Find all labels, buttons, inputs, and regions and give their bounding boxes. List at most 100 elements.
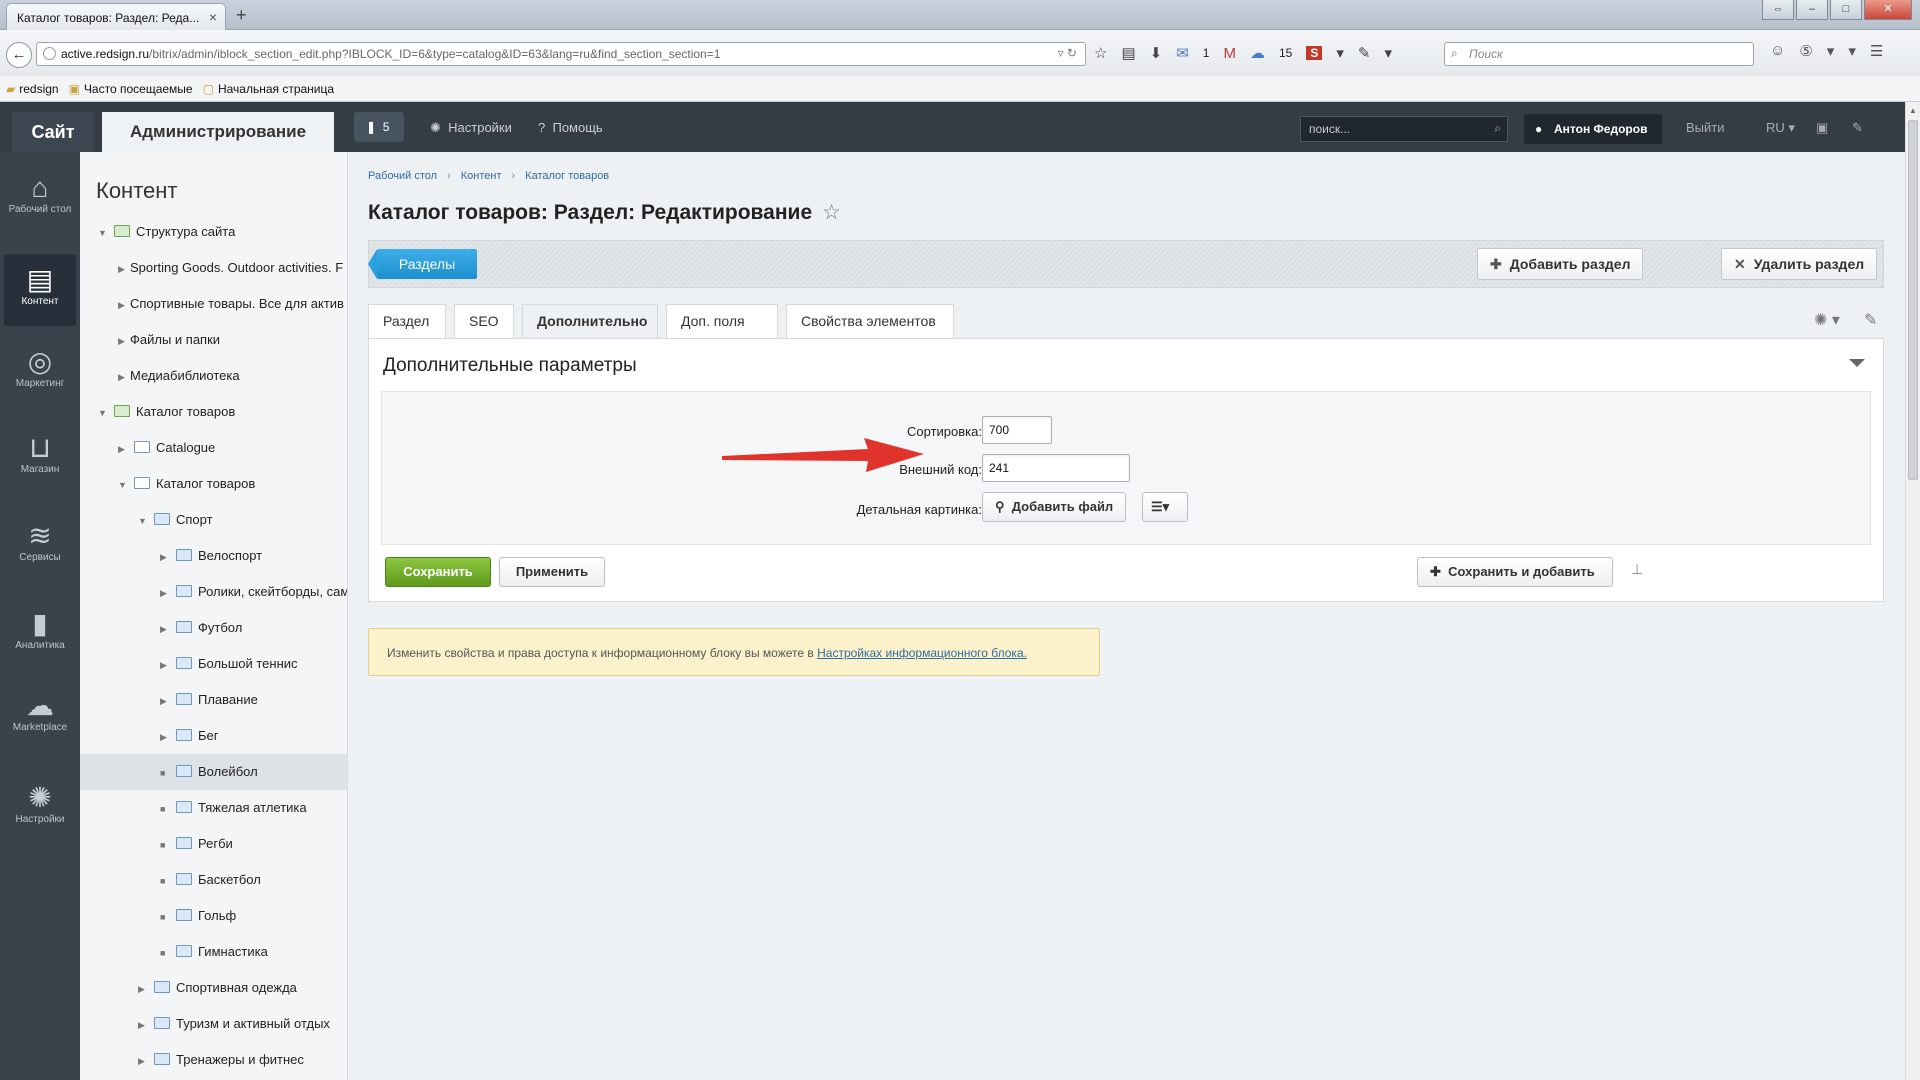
chevron-down-icon[interactable]: ▾	[1384, 44, 1392, 62]
s-extension-icon[interactable]: S	[1306, 46, 1323, 60]
browser-search-input[interactable]: ⌕ Поиск	[1444, 42, 1754, 66]
sort-input[interactable]: 700	[982, 416, 1052, 444]
addon-icon[interactable]: ☺	[1770, 42, 1785, 60]
tree-item[interactable]: ▼ Структура сайта	[80, 214, 347, 251]
collapsed-arrow-icon[interactable]: ▶	[118, 251, 130, 287]
scrollbar-thumb[interactable]	[1908, 120, 1918, 480]
tree-item[interactable]: ■ Баскетбол	[80, 862, 347, 898]
menu-item-settings[interactable]: ✺ Настройки	[4, 772, 76, 842]
menu-item-shop[interactable]: ⊔ Магазин	[4, 422, 76, 492]
tree-item[interactable]: ▶ Медиабиблиотека	[80, 358, 347, 395]
tree-item[interactable]: ▶ Туризм и активный отдых	[80, 1006, 347, 1043]
pin-icon[interactable]: ✎	[1852, 120, 1863, 136]
collapsed-arrow-icon[interactable]: ▶	[118, 323, 130, 359]
collapsed-arrow-icon[interactable]: ▶	[138, 1007, 150, 1043]
menu-item-services[interactable]: ≋ Сервисы	[4, 510, 76, 580]
tree-item[interactable]: ▶ Тренажеры и фитнес	[80, 1042, 347, 1079]
collapsed-arrow-icon[interactable]: ▶	[138, 1043, 150, 1079]
tree-item[interactable]: ▶ Спортивные товары. Все для актив	[80, 286, 347, 323]
pin-icon[interactable]: ✎	[1864, 310, 1877, 330]
tab-element-properties[interactable]: Свойства элементов	[786, 304, 954, 338]
delete-section-button[interactable]: ✕ Удалить раздел	[1721, 248, 1878, 280]
tree-item[interactable]: ▶ Ролики, скейтборды, сам	[80, 574, 347, 610]
tab-section[interactable]: Раздел	[368, 304, 446, 338]
expanded-arrow-icon[interactable]: ▼	[98, 395, 110, 431]
administration-button[interactable]: Администрирование	[102, 112, 334, 152]
restore-icon[interactable]: ⇔	[1762, 0, 1794, 20]
menu-item-analytics[interactable]: ▮ Аналитика	[4, 598, 76, 668]
tree-item[interactable]: ■ Гольф	[80, 898, 347, 934]
page-scrollbar[interactable]: ▲	[1905, 102, 1920, 1080]
bookmark-home-page[interactable]: ▢ Начальная страница	[203, 82, 334, 101]
breadcrumb-link[interactable]: Контент	[461, 170, 502, 182]
bookmark-redsign[interactable]: ▰ redsign	[6, 82, 59, 101]
bookmark-most-visited[interactable]: ▣ Часто посещаемые	[69, 82, 193, 101]
tree-item[interactable]: ▼ Спорт	[80, 502, 347, 539]
chevron-down-icon[interactable]: ▾	[1827, 42, 1835, 60]
bookmark-star-icon[interactable]: ☆	[1094, 44, 1107, 62]
help-link[interactable]: ? Помощь	[538, 120, 603, 135]
sections-button[interactable]: Разделы	[368, 249, 477, 279]
breadcrumb-link[interactable]: Каталог товаров	[525, 170, 609, 182]
tree-item[interactable]: ▶ Спортивная одежда	[80, 970, 347, 1007]
scroll-up-icon[interactable]: ▲	[1909, 106, 1917, 115]
user-button[interactable]: ● Антон Федоров	[1524, 114, 1662, 144]
collapsed-arrow-icon[interactable]: ▶	[118, 359, 130, 395]
collapsed-arrow-icon[interactable]: ▶	[160, 683, 172, 719]
tree-item[interactable]: ■ Тяжелая атлетика	[80, 790, 347, 826]
tab-additional[interactable]: Дополнительно	[522, 304, 658, 340]
menu-item-content[interactable]: ▤ Контент	[4, 254, 76, 326]
tree-item[interactable]: ▼ Каталог товаров	[80, 466, 347, 503]
panel-toggle-icon[interactable]: ▣	[1816, 120, 1828, 136]
logout-link[interactable]: Выйти	[1686, 120, 1725, 135]
add-file-button[interactable]: ⚲ Добавить файл	[982, 492, 1127, 522]
tree-item[interactable]: ▼ Каталог товаров	[80, 394, 347, 431]
collapsed-arrow-icon[interactable]: ▶	[160, 647, 172, 683]
tree-item[interactable]: ▶ Большой теннис	[80, 646, 347, 683]
tree-item[interactable]: ▶ Футбол	[80, 610, 347, 647]
language-selector[interactable]: RU ▾	[1766, 120, 1795, 136]
tree-item-selected[interactable]: ■ Волейбол	[80, 754, 347, 790]
back-button[interactable]: ←	[6, 42, 32, 68]
tree-item[interactable]: ▶ Бег	[80, 718, 347, 755]
expanded-arrow-icon[interactable]: ▼	[118, 467, 130, 503]
extension-icon[interactable]: ✎	[1358, 44, 1371, 62]
iblock-settings-link[interactable]: Настройках информационного блока.	[817, 646, 1027, 660]
download-icon[interactable]: ⬇	[1150, 44, 1163, 62]
collapsed-arrow-icon[interactable]: ▶	[160, 539, 172, 575]
breadcrumb-link[interactable]: Рабочий стол	[368, 170, 437, 182]
collapsed-arrow-icon[interactable]: ▶	[160, 719, 172, 755]
cloud-icon[interactable]: ☁	[1250, 44, 1265, 62]
settings-link[interactable]: ✺ Настройки	[430, 120, 512, 136]
expanded-arrow-icon[interactable]: ▼	[98, 215, 110, 251]
url-bar[interactable]: active.redsign.ru/bitrix/admin/iblock_se…	[36, 42, 1086, 66]
tree-item[interactable]: ▶ Велоспорт	[80, 538, 347, 575]
tree-item[interactable]: ■ Гимнастика	[80, 934, 347, 970]
counter-icon[interactable]: ⑤	[1799, 42, 1812, 60]
collapse-arrow-icon[interactable]	[1849, 359, 1865, 367]
add-section-button[interactable]: ✚ Добавить раздел	[1477, 248, 1644, 280]
close-window-icon[interactable]: ✕	[1864, 0, 1912, 20]
tab-seo[interactable]: SEO	[454, 304, 514, 338]
new-tab-icon[interactable]: +	[236, 5, 247, 26]
collapsed-arrow-icon[interactable]: ▶	[118, 287, 130, 323]
chevron-down-icon[interactable]: ▾	[1336, 44, 1344, 62]
collapsed-arrow-icon[interactable]: ▶	[160, 611, 172, 647]
save-button[interactable]: Сохранить	[385, 557, 491, 587]
reload-icon[interactable]: ▿ ↻	[1058, 46, 1077, 60]
expanded-arrow-icon[interactable]: ▼	[138, 503, 150, 539]
collapsed-arrow-icon[interactable]: ▶	[138, 971, 150, 1007]
admin-search-input[interactable]: поиск... ⌕	[1300, 116, 1508, 142]
tree-item[interactable]: ▶ Catalogue	[80, 430, 347, 467]
menu-item-marketing[interactable]: ◎ Маркетинг	[4, 336, 76, 406]
external-code-input[interactable]: 241	[982, 454, 1130, 482]
tree-item[interactable]: ▶ Файлы и папки	[80, 322, 347, 359]
tab-extra-fields[interactable]: Доп. поля	[666, 304, 778, 338]
bookmarks-list-icon[interactable]: ▤	[1121, 44, 1135, 62]
menu-icon[interactable]: ☰	[1870, 42, 1883, 60]
mail-icon[interactable]: ✉	[1176, 44, 1189, 62]
collapsed-arrow-icon[interactable]: ▶	[118, 431, 130, 467]
save-and-add-button[interactable]: ✚ Сохранить и добавить	[1417, 557, 1613, 587]
close-tab-icon[interactable]: ×	[209, 9, 217, 25]
pin-icon[interactable]: ⊥	[1631, 561, 1643, 578]
